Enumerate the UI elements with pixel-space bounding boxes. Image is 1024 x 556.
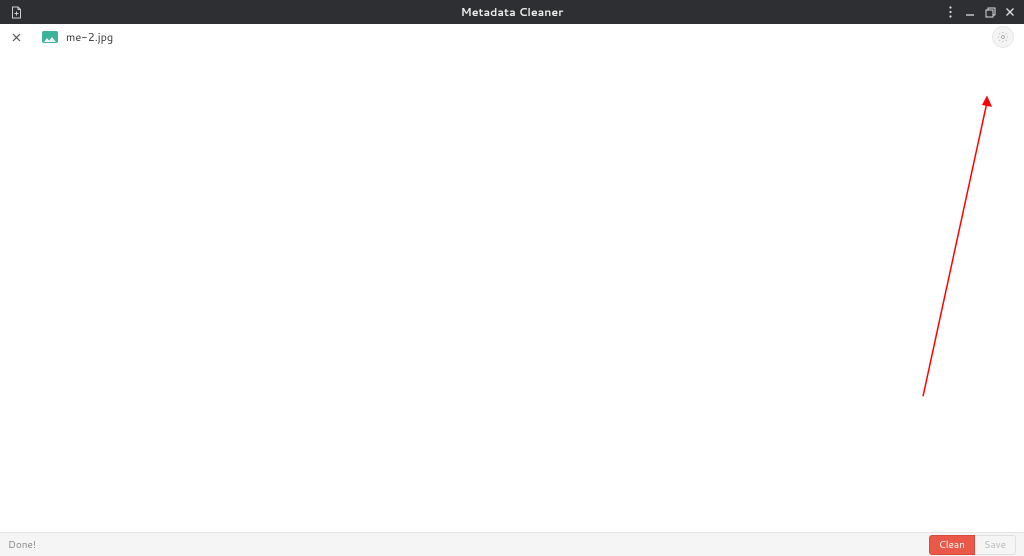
close-window-button[interactable]: [1000, 1, 1020, 23]
save-button: Save: [975, 535, 1016, 555]
settings-button[interactable]: [992, 26, 1014, 48]
clean-button[interactable]: Clean: [929, 535, 975, 555]
window-title: Metadata Cleaner: [461, 4, 564, 20]
maximize-button[interactable]: [980, 1, 1000, 23]
new-file-icon[interactable]: [6, 1, 26, 23]
remove-file-button[interactable]: [8, 29, 24, 45]
minimize-button[interactable]: [960, 1, 980, 23]
titlebar: Metadata Cleaner: [0, 0, 1024, 24]
menu-button[interactable]: [940, 1, 960, 23]
image-icon: [42, 31, 58, 43]
annotation-arrow: [0, 50, 1024, 532]
main-content-area: [0, 50, 1024, 532]
status-bar: Done! Clean Save: [0, 532, 1024, 556]
status-text: Done!: [8, 538, 36, 552]
file-name: me-2.jpg: [66, 29, 113, 45]
file-row: me-2.jpg: [0, 24, 1024, 50]
